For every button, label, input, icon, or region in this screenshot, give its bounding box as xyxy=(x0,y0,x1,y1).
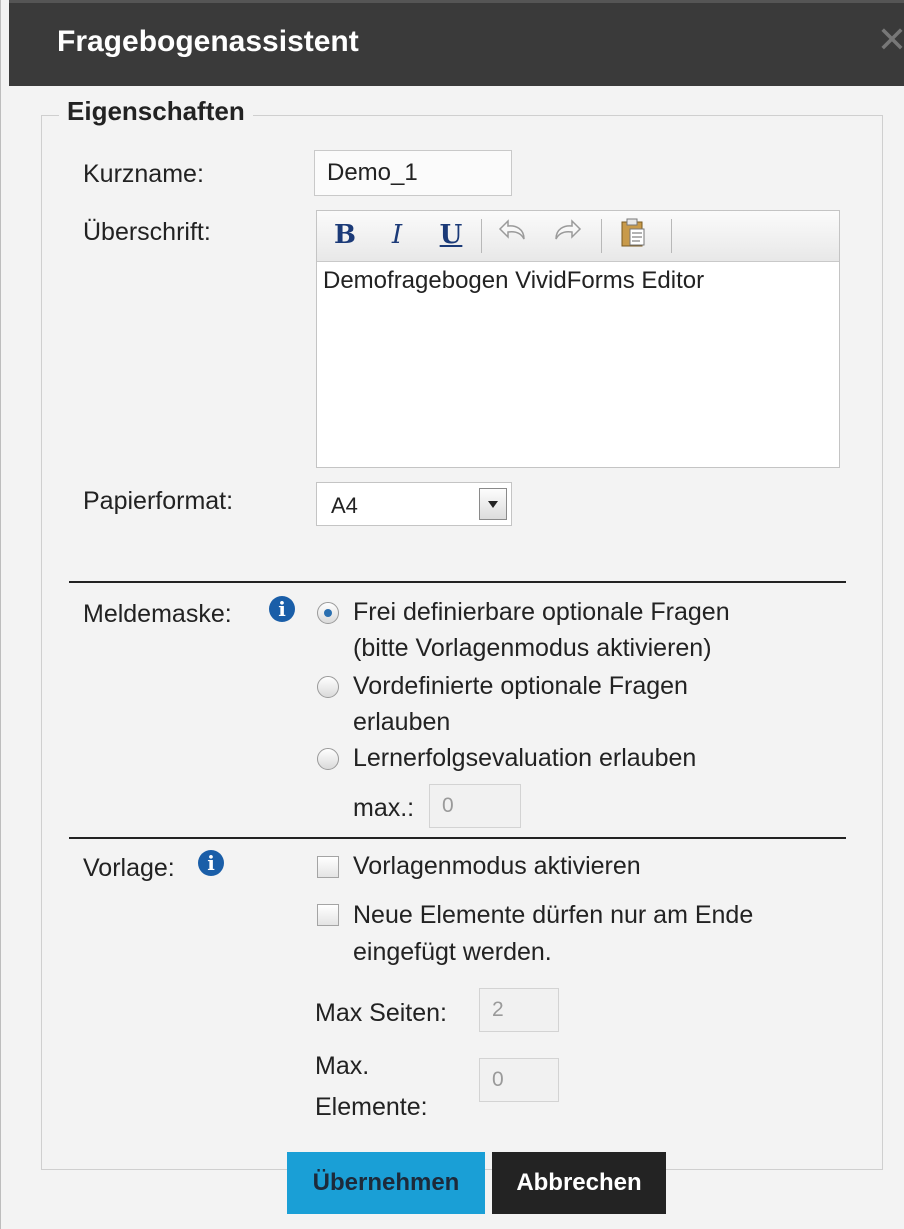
meldemaske-option-1-line1: Frei definierbare optionale Fragen xyxy=(353,598,730,626)
max-elemente-input[interactable]: 0 xyxy=(479,1058,559,1102)
chevron-down-icon[interactable] xyxy=(479,488,507,520)
underline-button[interactable]: U xyxy=(435,217,467,253)
meldemaske-radio-3[interactable] xyxy=(317,748,339,770)
max-elemente-label-line2: Elemente: xyxy=(315,1093,428,1121)
cancel-button[interactable]: Abbrechen xyxy=(492,1152,666,1214)
apply-button[interactable]: Übernehmen xyxy=(287,1152,485,1214)
meldemaske-label: Meldemaske: xyxy=(83,600,232,628)
kurzname-input[interactable]: Demo_1 xyxy=(314,150,512,196)
ueberschrift-content: Demofragebogen VividForms Editor xyxy=(323,267,705,294)
toolbar-separator xyxy=(671,219,672,253)
meldemaske-option-1-line2: (bitte Vorlagenmodus aktivieren) xyxy=(353,634,712,662)
papierformat-value: A4 xyxy=(331,493,358,518)
redo-icon[interactable] xyxy=(551,217,583,253)
meldemaske-radio-1[interactable] xyxy=(317,602,339,624)
divider xyxy=(69,581,846,583)
meldemaske-max-input[interactable]: 0 xyxy=(429,784,521,828)
meldemaske-max-label: max.: xyxy=(353,794,415,822)
ueberschrift-label: Überschrift: xyxy=(83,218,211,246)
info-icon[interactable]: i xyxy=(198,850,224,876)
neue-elemente-checkbox[interactable] xyxy=(317,904,339,926)
divider xyxy=(69,837,846,839)
dialog: Fragebogenassistent ✕ Eigenschaften Kurz… xyxy=(0,0,904,1229)
close-icon[interactable]: ✕ xyxy=(877,23,904,59)
undo-icon[interactable] xyxy=(497,217,529,253)
papierformat-label: Papierformat: xyxy=(83,487,234,515)
ueberschrift-editor[interactable]: B I U Demofragebogen VividForms Editor xyxy=(316,210,840,468)
neue-elemente-label-line1: Neue Elemente dürfen nur am Ende xyxy=(353,901,754,929)
bold-button[interactable]: B xyxy=(329,217,361,253)
dialog-titlebar: Fragebogenassistent ✕ xyxy=(9,0,904,86)
vorlage-label: Vorlage: xyxy=(83,854,175,882)
neue-elemente-label-line2: eingefügt werden. xyxy=(353,938,552,966)
meldemaske-radio-2[interactable] xyxy=(317,676,339,698)
papierformat-select[interactable]: A4 xyxy=(316,482,512,526)
max-elemente-label-line1: Max. xyxy=(315,1052,370,1080)
kurzname-label: Kurzname: xyxy=(83,160,204,188)
info-icon[interactable]: i xyxy=(269,596,295,622)
meldemaske-option-3-line1: Lernerfolgsevaluation erlauben xyxy=(353,744,697,772)
meldemaske-option-2-line2: erlauben xyxy=(353,708,451,736)
vorlagenmodus-checkbox[interactable] xyxy=(317,856,339,878)
toolbar-separator xyxy=(601,219,602,253)
italic-button[interactable]: I xyxy=(381,217,413,253)
vorlagenmodus-label: Vorlagenmodus aktivieren xyxy=(353,852,641,880)
dialog-title: Fragebogenassistent xyxy=(57,25,359,58)
properties-legend: Eigenschaften xyxy=(59,96,253,127)
editor-toolbar: B I U xyxy=(317,211,839,262)
max-seiten-input[interactable]: 2 xyxy=(479,988,559,1032)
meldemaske-option-2-line1: Vordefinierte optionale Fragen xyxy=(353,672,688,700)
paste-icon[interactable] xyxy=(617,217,649,253)
max-seiten-label: Max Seiten: xyxy=(315,999,448,1027)
toolbar-separator xyxy=(481,219,482,253)
